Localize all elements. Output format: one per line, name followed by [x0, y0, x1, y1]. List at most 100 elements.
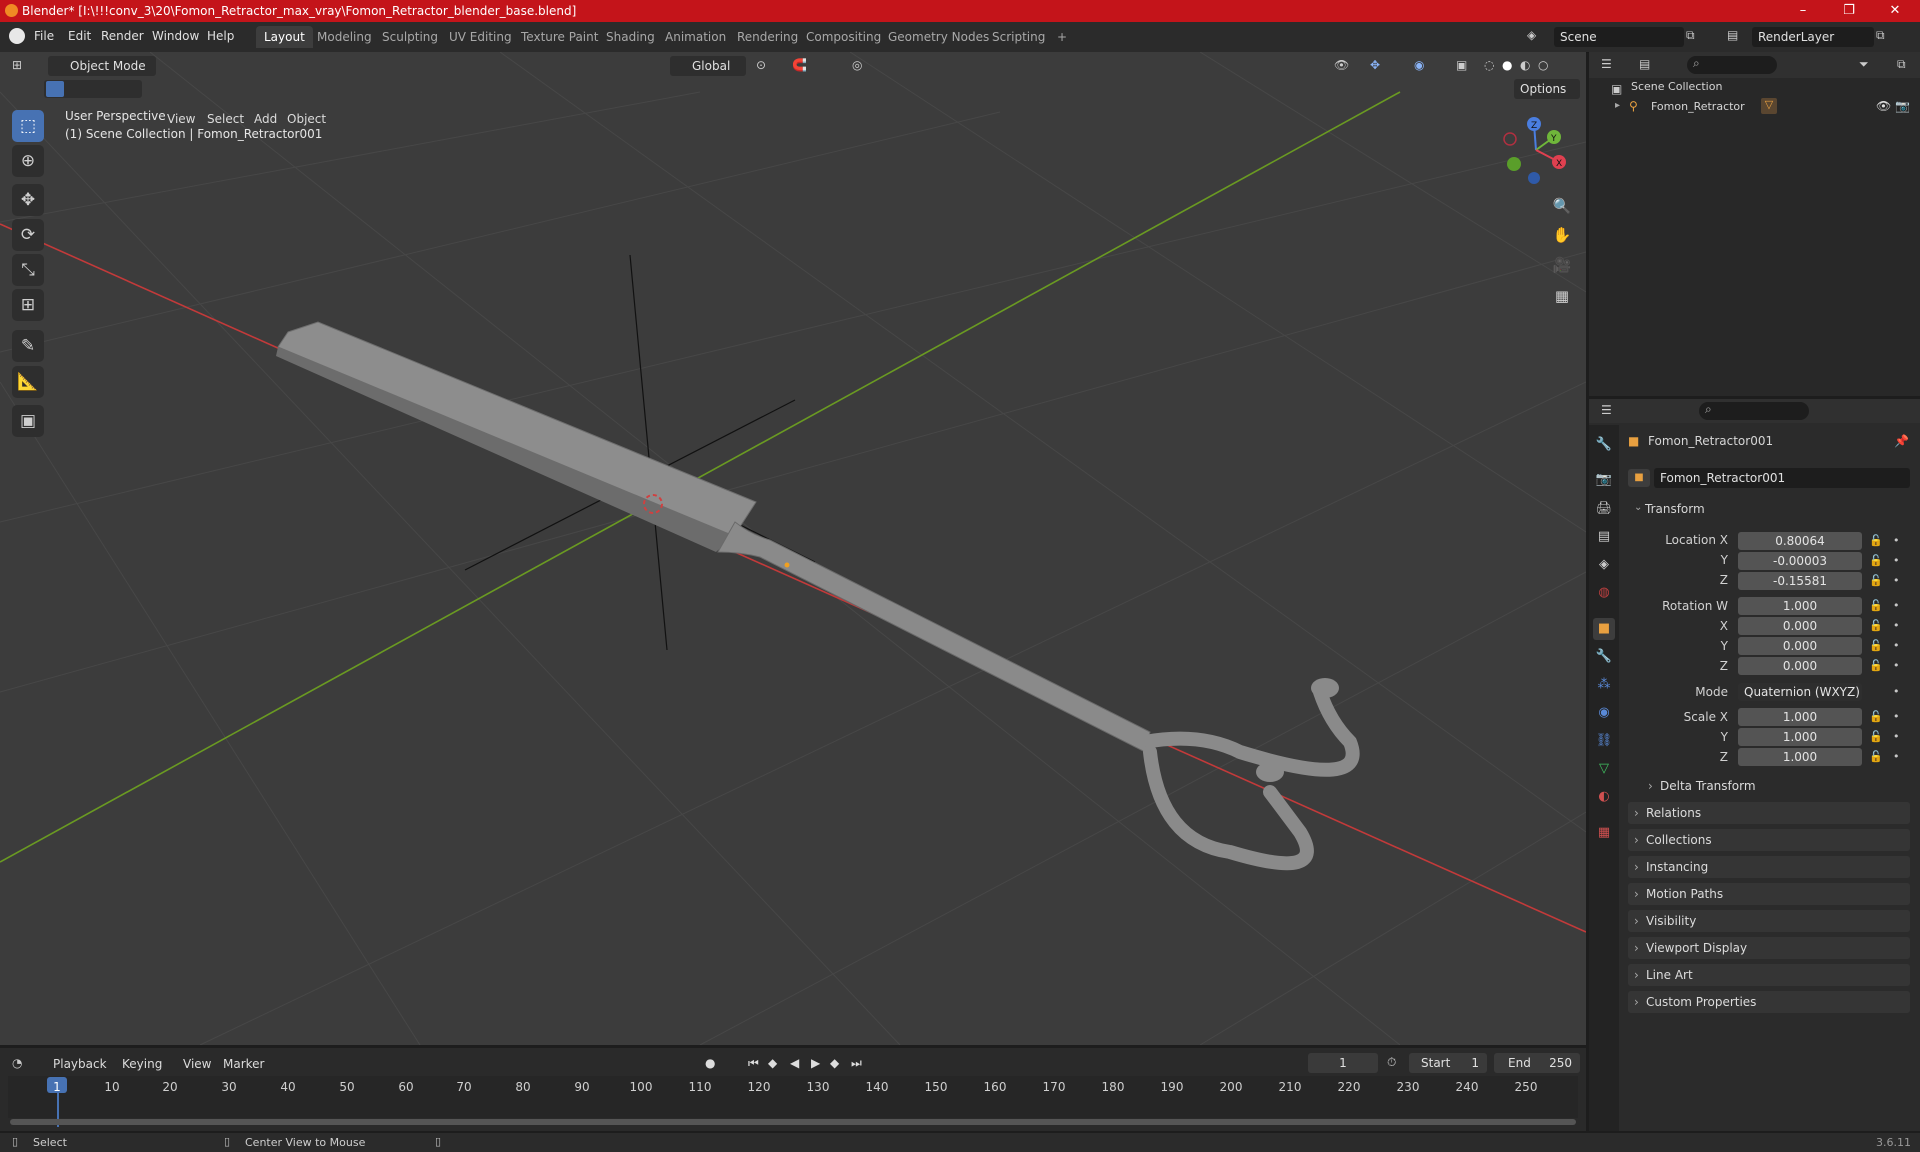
rotation-x-field[interactable]: 0.000 [1738, 617, 1862, 635]
scale-x-field[interactable]: 1.000 [1738, 708, 1862, 726]
xray-icon[interactable]: ▣ [1456, 58, 1467, 72]
properties-search-input[interactable]: ⌕ [1699, 402, 1809, 420]
mode-selector[interactable]: Object Mode [48, 56, 156, 76]
scale-z-field[interactable]: 1.000 [1738, 748, 1862, 766]
scale-tool[interactable]: ⤡ [12, 254, 44, 286]
render-tab-icon[interactable]: 📷 [1593, 469, 1615, 491]
viewport-menu-view[interactable]: View [167, 109, 195, 129]
play-icon[interactable]: ▶ [811, 1056, 820, 1070]
zoom-icon[interactable]: 🔍 [1549, 193, 1575, 219]
keyframe-dot-icon[interactable]: • [1893, 730, 1900, 743]
select-new-icon[interactable] [46, 81, 64, 97]
expand-arrow-icon[interactable]: ▸ [1615, 100, 1620, 111]
outliner-search-input[interactable]: ⌕ [1687, 56, 1777, 74]
location-y-field[interactable]: -0.00003 [1738, 552, 1862, 570]
object-name-field[interactable]: Fomon_Retractor001 [1654, 468, 1910, 488]
viewport-menu-select[interactable]: Select [207, 109, 244, 129]
gizmo-toggle-icon[interactable]: ✥ [1370, 58, 1380, 72]
lock-icon[interactable]: 🔓 [1869, 554, 1883, 567]
record-icon[interactable]: ● [705, 1056, 715, 1070]
modifier-tab-icon[interactable]: 🔧 [1593, 646, 1615, 668]
snap-icon[interactable]: 🧲 [792, 58, 807, 72]
timeline-editor-icon[interactable]: ◔ [12, 1056, 22, 1070]
object-tab-icon[interactable]: ■ [1593, 618, 1615, 640]
collections-panel[interactable]: › Collections [1628, 829, 1910, 851]
visibility-icon[interactable]: 👁 [1334, 58, 1349, 72]
lock-icon[interactable]: 🔓 [1869, 639, 1883, 652]
outliner-editor-icon[interactable]: ☰ [1601, 57, 1612, 71]
keyframe-dot-icon[interactable]: • [1893, 554, 1900, 567]
pivot-icon[interactable]: ⊙ [756, 58, 766, 72]
keyframe-dot-icon[interactable]: • [1893, 710, 1900, 723]
pan-hand-icon[interactable]: ✋ [1549, 222, 1575, 248]
texture-tab-icon[interactable]: ▦ [1593, 822, 1615, 844]
filter-icon[interactable]: ⏷ [1859, 57, 1869, 72]
timer-icon[interactable]: ⏱ [1387, 1055, 1396, 1070]
menu-help[interactable]: Help [207, 29, 234, 43]
object-datablock-icon[interactable]: ■ [1628, 469, 1650, 487]
timeline-menu-view[interactable]: View [183, 1057, 211, 1071]
scale-y-field[interactable]: 1.000 [1738, 728, 1862, 746]
physics-tab-icon[interactable]: ◉ [1593, 702, 1615, 724]
measure-tool[interactable]: 📐 [12, 366, 44, 398]
rotation-z-field[interactable]: 0.000 [1738, 657, 1862, 675]
timeline-scrollbar[interactable] [10, 1119, 1576, 1125]
keyframe-dot-icon[interactable]: • [1893, 659, 1900, 672]
rendered-shading-icon[interactable]: ○ [1538, 58, 1548, 72]
menu-file[interactable]: File [34, 29, 54, 43]
keyframe-dot-icon[interactable]: • [1893, 599, 1900, 612]
modifier-icon[interactable]: ▽ [1761, 98, 1777, 114]
rotation-w-field[interactable]: 1.000 [1738, 597, 1862, 615]
instancing-panel[interactable]: › Instancing [1628, 856, 1910, 878]
current-frame-field[interactable]: 1 [1308, 1053, 1378, 1073]
visibility-panel[interactable]: › Visibility [1628, 910, 1910, 932]
material-tab-icon[interactable]: ◐ [1593, 786, 1615, 808]
tab-shading[interactable]: Shading [598, 26, 663, 48]
navigation-gizmo[interactable]: Z Y X [1496, 112, 1576, 190]
lock-icon[interactable]: 🔓 [1869, 599, 1883, 612]
tab-modeling[interactable]: Modeling [309, 26, 380, 48]
keyframe-dot-icon[interactable]: • [1893, 534, 1900, 547]
keyframe-dot-icon[interactable]: • [1893, 639, 1900, 652]
output-tab-icon[interactable]: 🖨 [1593, 498, 1615, 520]
play-reverse-icon[interactable]: ◀ [790, 1056, 799, 1070]
tab-uv-editing[interactable]: UV Editing [441, 26, 520, 48]
pin-icon[interactable]: 📌 [1894, 434, 1909, 448]
timeline-menu-playback[interactable]: Playback [53, 1057, 107, 1071]
particles-tab-icon[interactable]: ⁂ [1593, 674, 1615, 696]
cursor-tool[interactable]: ⊕ [12, 145, 44, 177]
constraints-tab-icon[interactable]: ⛓ [1593, 730, 1615, 752]
lock-icon[interactable]: 🔓 [1869, 750, 1883, 763]
select-box-tool[interactable]: ⬚ [12, 110, 44, 142]
viewport-menu-object[interactable]: Object [287, 109, 326, 129]
maximize-button[interactable]: ❐ [1826, 0, 1872, 22]
camera-view-icon[interactable]: 🎥 [1549, 252, 1575, 278]
lock-icon[interactable]: 🔓 [1869, 659, 1883, 672]
new-scene-icon[interactable]: ⧉ [1686, 28, 1695, 43]
data-tab-icon[interactable]: ▽ [1593, 758, 1615, 780]
add-cube-tool[interactable]: ▣ [12, 405, 44, 437]
lock-icon[interactable]: 🔓 [1869, 619, 1883, 632]
scene-tab-icon[interactable]: ◈ [1593, 554, 1615, 576]
keyframe-dot-icon[interactable]: • [1893, 685, 1900, 698]
new-collection-icon[interactable]: ⧉ [1897, 57, 1906, 72]
transform-panel-header[interactable]: Transform [1645, 502, 1705, 516]
lock-icon[interactable]: 🔓 [1869, 710, 1883, 723]
tool-tab-icon[interactable]: 🔧 [1593, 434, 1615, 456]
relations-panel[interactable]: › Relations [1628, 802, 1910, 824]
outliner-item-fomon-retractor[interactable]: Fomon_Retractor [1651, 100, 1745, 113]
wireframe-shading-icon[interactable]: ◌ [1484, 58, 1494, 72]
menu-window[interactable]: Window [152, 29, 199, 43]
orientation-selector[interactable]: Global [670, 56, 746, 76]
solid-shading-icon[interactable]: ● [1502, 58, 1512, 72]
ortho-grid-icon[interactable]: ▦ [1549, 283, 1575, 309]
keyframe-dot-icon[interactable]: • [1893, 619, 1900, 632]
editor-type-icon[interactable]: ⊞ [12, 58, 22, 72]
viewport-display-panel[interactable]: › Viewport Display [1628, 937, 1910, 959]
view-layer-icon[interactable]: ▤ [1727, 28, 1738, 42]
jump-end-icon[interactable]: ⏭ [851, 1056, 862, 1071]
keyframe-dot-icon[interactable]: • [1893, 574, 1900, 587]
scene-selector[interactable]: Scene [1554, 27, 1684, 47]
menu-render[interactable]: Render [101, 29, 144, 43]
location-z-field[interactable]: -0.15581 [1738, 572, 1862, 590]
